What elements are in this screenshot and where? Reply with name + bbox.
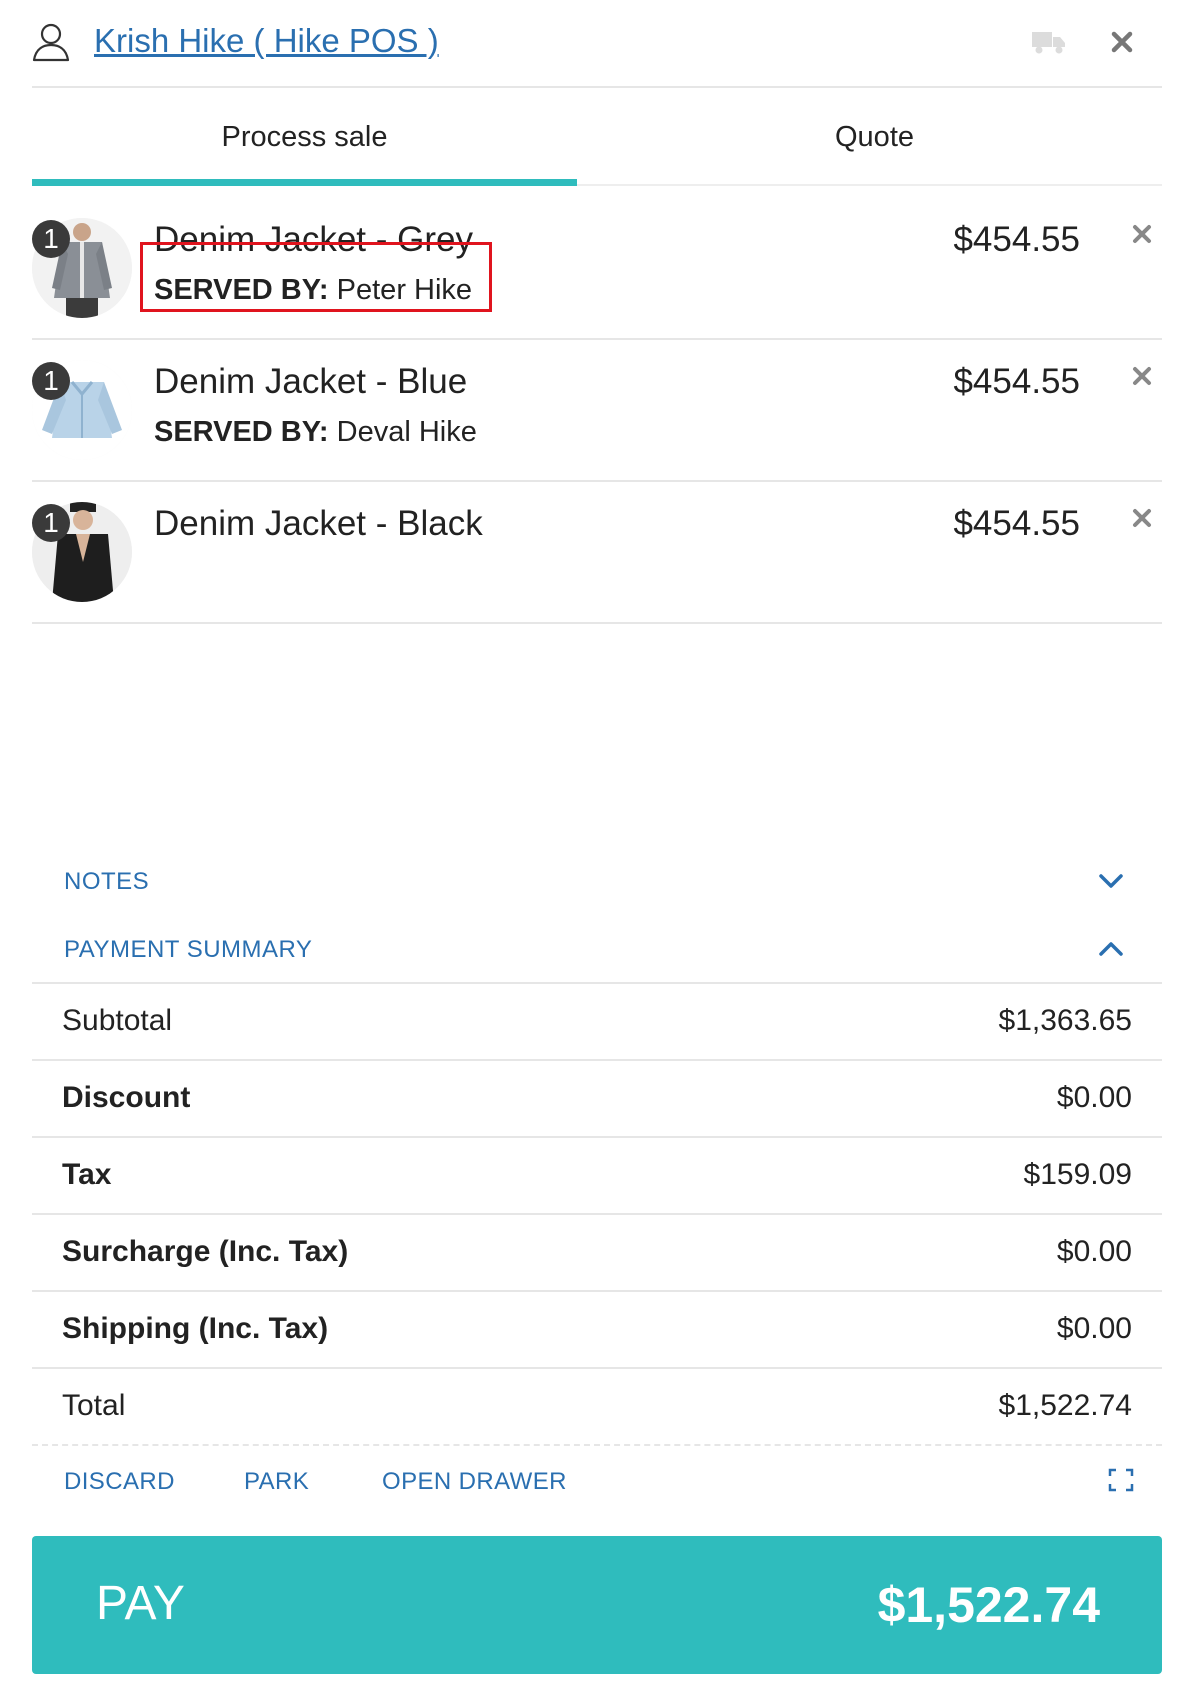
payment-summary-label: PAYMENT SUMMARY — [64, 936, 313, 963]
user-outline-icon — [32, 23, 70, 62]
summary-row-discount[interactable]: Discount $0.00 — [32, 1061, 1162, 1138]
summary-value: $0.00 — [1056, 1235, 1132, 1268]
remove-item-icon[interactable] — [1130, 506, 1154, 530]
summary-label: Shipping (Inc. Tax) — [62, 1312, 329, 1345]
chevron-up-icon — [1099, 942, 1123, 956]
sale-tabs: Process sale Quote — [32, 90, 1162, 186]
summary-value: $1,522.74 — [998, 1389, 1132, 1422]
served-by: SERVED BY: Deval Hike — [154, 416, 477, 449]
summary-value: $0.00 — [1056, 1312, 1132, 1345]
cart-item[interactable]: 1 Denim Jacket - Blue SERVED BY: Deval H… — [32, 340, 1162, 482]
summary-row-shipping[interactable]: Shipping (Inc. Tax) $0.00 — [32, 1292, 1162, 1369]
summary-label: Total — [62, 1389, 126, 1422]
payment-summary: Subtotal $1,363.65 Discount $0.00 Tax $1… — [32, 984, 1162, 1446]
quantity-badge: 1 — [32, 504, 70, 542]
summary-value: $0.00 — [1056, 1081, 1132, 1114]
summary-row-surcharge[interactable]: Surcharge (Inc. Tax) $0.00 — [32, 1215, 1162, 1292]
discard-button[interactable]: DISCARD — [64, 1468, 175, 1496]
remove-item-icon[interactable] — [1130, 222, 1154, 246]
active-tab-indicator — [32, 179, 577, 186]
summary-row-subtotal: Subtotal $1,363.65 — [32, 984, 1162, 1061]
summary-label: Discount — [62, 1081, 191, 1114]
item-name[interactable]: Denim Jacket - Black — [154, 504, 483, 544]
item-price[interactable]: $454.55 — [953, 362, 1080, 402]
cart-item[interactable]: 1 Denim Jacket - Black $454.55 — [32, 482, 1162, 624]
tab-quote[interactable]: Quote — [602, 90, 1147, 184]
summary-label: Subtotal — [62, 1004, 173, 1037]
fullscreen-icon[interactable] — [1108, 1468, 1134, 1492]
customer-name-link[interactable]: Krish Hike ( Hike POS ) — [94, 22, 439, 60]
tab-process-sale[interactable]: Process sale — [32, 90, 577, 184]
pay-label: PAY — [96, 1577, 185, 1630]
item-price[interactable]: $454.55 — [953, 220, 1080, 260]
close-icon[interactable] — [1108, 28, 1136, 56]
served-by-staff: Deval Hike — [336, 416, 477, 448]
truck-icon[interactable] — [1032, 30, 1066, 54]
served-by-highlight — [140, 242, 492, 312]
notes-section-toggle[interactable]: NOTES — [32, 852, 1162, 912]
chevron-down-icon — [1099, 874, 1123, 888]
quantity-badge: 1 — [32, 220, 70, 258]
summary-label: Surcharge (Inc. Tax) — [62, 1235, 349, 1268]
summary-row-tax[interactable]: Tax $159.09 — [32, 1138, 1162, 1215]
summary-value: $1,363.65 — [998, 1004, 1132, 1037]
summary-row-total: Total $1,522.74 — [32, 1369, 1162, 1446]
served-by-label: SERVED BY: — [154, 416, 329, 448]
cart-header: Krish Hike ( Hike POS ) — [32, 0, 1162, 88]
sale-actions: DISCARD PARK OPEN DRAWER — [32, 1452, 1162, 1512]
item-price[interactable]: $454.55 — [953, 504, 1080, 544]
park-button[interactable]: PARK — [244, 1468, 309, 1496]
item-name[interactable]: Denim Jacket - Blue — [154, 362, 467, 402]
open-drawer-button[interactable]: OPEN DRAWER — [382, 1468, 567, 1496]
summary-value: $159.09 — [1023, 1158, 1132, 1191]
notes-label: NOTES — [64, 868, 150, 895]
summary-label: Tax — [62, 1158, 112, 1191]
cart-item[interactable]: 1 Denim Jacket - Grey SERVED BY: Peter H… — [32, 198, 1162, 340]
remove-item-icon[interactable] — [1130, 364, 1154, 388]
pay-button[interactable]: PAY $1,522.74 — [32, 1536, 1162, 1674]
pay-amount: $1,522.74 — [877, 1577, 1100, 1633]
quantity-badge: 1 — [32, 362, 70, 400]
cart-items: 1 Denim Jacket - Grey SERVED BY: Peter H… — [32, 198, 1162, 624]
payment-summary-toggle[interactable]: PAYMENT SUMMARY — [32, 920, 1162, 984]
